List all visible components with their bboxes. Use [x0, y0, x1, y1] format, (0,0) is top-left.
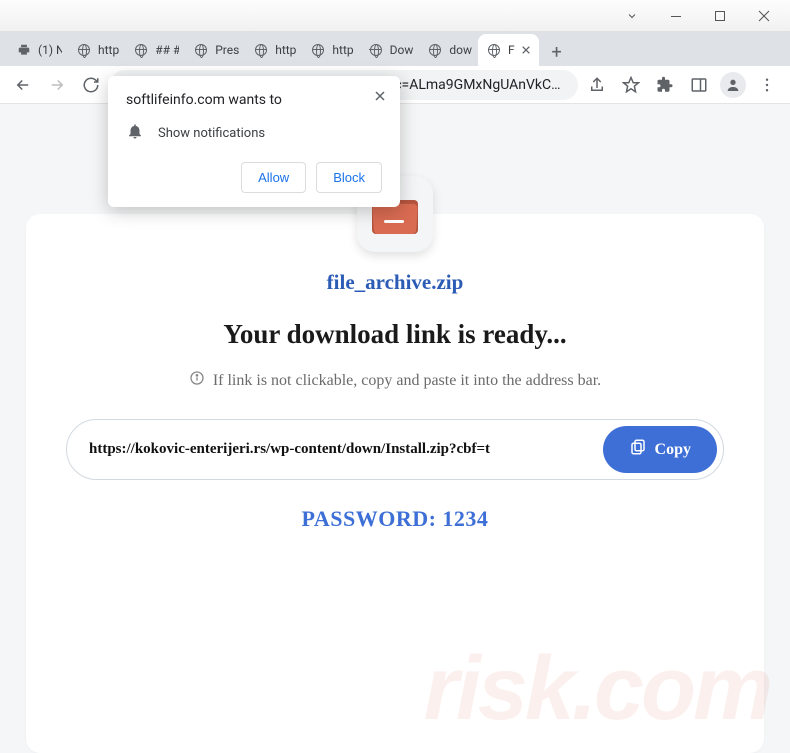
globe-icon	[368, 42, 384, 58]
browser-tab[interactable]: http	[302, 34, 359, 66]
side-panel-icon[interactable]	[684, 70, 714, 100]
back-button[interactable]	[8, 70, 38, 100]
tab-strip: (1) N http ## # Pres http http Dow dow F…	[0, 32, 790, 66]
globe-icon	[253, 42, 269, 58]
browser-tab[interactable]: Pres	[185, 34, 245, 66]
browser-tab-active[interactable]: F	[478, 34, 539, 66]
globe-icon	[76, 42, 92, 58]
browser-tab[interactable]: http	[68, 34, 125, 66]
allow-button[interactable]: Allow	[241, 162, 306, 193]
close-tab-icon[interactable]	[519, 43, 533, 57]
globe-icon	[427, 42, 443, 58]
bookmark-star-icon[interactable]	[616, 70, 646, 100]
new-tab-button[interactable]: +	[543, 38, 571, 66]
download-link-row: https://kokovic-enterijeri.rs/wp-content…	[66, 419, 724, 480]
globe-icon	[133, 42, 149, 58]
download-url-text[interactable]: https://kokovic-enterijeri.rs/wp-content…	[89, 441, 593, 458]
kebab-menu-icon[interactable]	[752, 70, 782, 100]
tab-label: http	[332, 43, 353, 57]
tab-label: F	[508, 43, 515, 57]
browser-tab[interactable]: Dow	[360, 34, 420, 66]
extensions-icon[interactable]	[650, 70, 680, 100]
printer-icon	[16, 42, 32, 58]
maximize-button[interactable]	[698, 2, 742, 30]
browser-tab[interactable]: (1) N	[8, 34, 68, 66]
window-controls	[0, 0, 790, 32]
filename-label: file_archive.zip	[66, 270, 724, 295]
hint-text: If link is not clickable, copy and paste…	[213, 372, 601, 390]
reload-button[interactable]	[76, 70, 106, 100]
notification-title: softlifeinfo.com wants to	[126, 92, 382, 108]
browser-tab[interactable]: dow	[419, 34, 478, 66]
copy-label: Copy	[655, 441, 691, 459]
tab-label: dow	[449, 43, 472, 57]
forward-button[interactable]	[42, 70, 72, 100]
tab-label: Pres	[215, 43, 239, 57]
globe-icon	[193, 42, 209, 58]
hint-row: If link is not clickable, copy and paste…	[66, 370, 724, 391]
globe-icon	[310, 42, 326, 58]
globe-icon	[486, 42, 502, 58]
tab-label: (1) N	[38, 43, 62, 57]
password-label: PASSWORD: 1234	[66, 506, 724, 532]
block-button[interactable]: Block	[316, 162, 382, 193]
tab-label: http	[98, 43, 119, 57]
tab-label: Dow	[390, 43, 414, 57]
download-card: file_archive.zip Your download link is r…	[26, 214, 764, 753]
headline: Your download link is ready...	[66, 319, 724, 350]
copy-button[interactable]: Copy	[603, 426, 717, 473]
close-icon[interactable]	[370, 86, 390, 106]
browser-tab[interactable]: http	[245, 34, 302, 66]
share-icon[interactable]	[582, 70, 612, 100]
tab-label: ## #	[155, 43, 179, 57]
tab-label: http	[275, 43, 296, 57]
info-icon	[189, 370, 205, 391]
notification-prompt: softlifeinfo.com wants to Show notificat…	[108, 76, 400, 207]
notification-body: Show notifications	[158, 126, 265, 141]
bell-icon	[126, 122, 144, 144]
profile-avatar[interactable]	[718, 70, 748, 100]
minimize-button[interactable]	[654, 2, 698, 30]
chevron-down-icon[interactable]	[610, 2, 654, 30]
browser-tab[interactable]: ## #	[125, 34, 185, 66]
clipboard-icon	[629, 438, 647, 461]
close-window-button[interactable]	[742, 2, 786, 30]
